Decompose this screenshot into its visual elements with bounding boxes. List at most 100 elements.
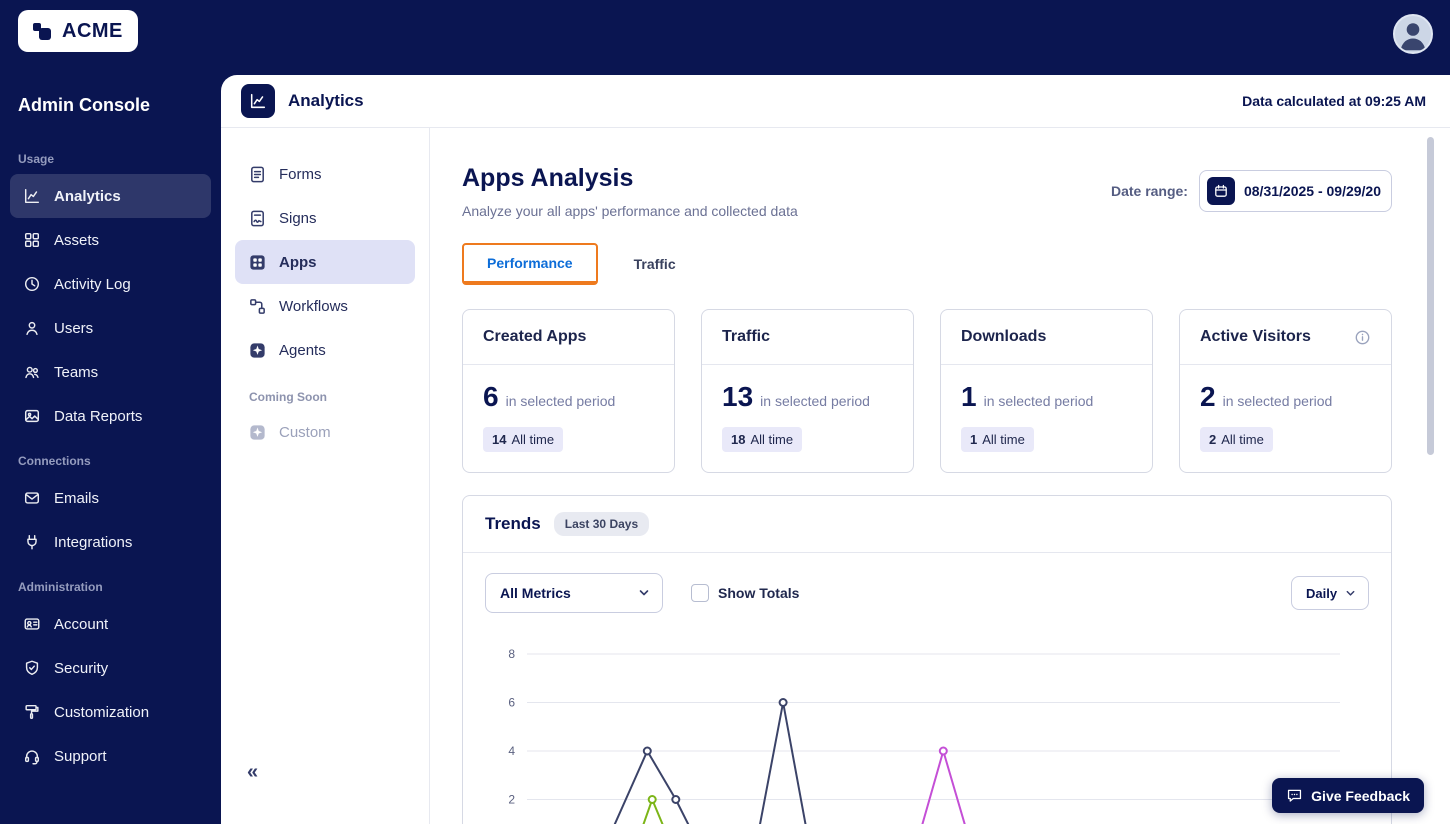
subnav-item-signs[interactable]: Signs — [235, 196, 415, 240]
collapse-sidebar-button[interactable]: « — [247, 762, 258, 782]
show-totals-label: Show Totals — [718, 585, 800, 601]
stat-caption: in selected period — [983, 393, 1094, 409]
analytics-header-icon — [241, 84, 275, 118]
sidebar-item-label: Emails — [54, 489, 100, 507]
sidebar-item-emails[interactable]: Emails — [10, 476, 211, 520]
stat-value: 13 — [722, 381, 754, 412]
plug-icon — [22, 532, 42, 552]
date-range-picker[interactable]: 08/31/2025 - 09/29/20 — [1198, 170, 1392, 212]
data-calculated-status: Data calculated at 09:25 AM — [1242, 93, 1426, 109]
report-image-icon — [22, 406, 42, 426]
sidebar-item-label: Analytics — [54, 187, 121, 205]
sidebar-item-label: Teams — [54, 363, 99, 381]
subnav-item-apps[interactable]: Apps — [235, 240, 415, 284]
show-totals-control: Show Totals — [691, 584, 799, 602]
vertical-scrollbar[interactable] — [1427, 137, 1434, 455]
paint-roller-icon — [22, 702, 42, 722]
svg-text:8: 8 — [508, 647, 515, 661]
trends-card: Trends Last 30 Days All Metrics Show Tot… — [462, 495, 1392, 824]
chat-bubble-icon — [1288, 789, 1302, 802]
subnav-item-label: Signs — [279, 209, 317, 227]
stat-card-created-apps: Created Apps 6 in selected period 14 All… — [462, 309, 675, 473]
stat-caption: in selected period — [1222, 393, 1333, 409]
id-card-icon — [22, 614, 42, 634]
sidebar-item-activity-log[interactable]: Activity Log — [10, 262, 211, 306]
stat-card-title: Created Apps — [483, 328, 587, 345]
sidebar-item-assets[interactable]: Assets — [10, 218, 211, 262]
sidebar-item-analytics[interactable]: Analytics — [10, 174, 211, 218]
give-feedback-button[interactable]: Give Feedback — [1272, 778, 1424, 813]
tab-performance[interactable]: Performance — [487, 255, 573, 271]
sidebar-item-users[interactable]: Users — [10, 306, 211, 350]
all-time-value: 1 — [970, 432, 978, 447]
sidebar-item-teams[interactable]: Teams — [10, 350, 211, 394]
user-avatar[interactable] — [1393, 14, 1433, 54]
date-range-label: Date range: — [1110, 183, 1188, 199]
sidebar-title: Admin Console — [18, 95, 151, 115]
show-totals-checkbox[interactable] — [691, 584, 709, 602]
sidebar-item-integrations[interactable]: Integrations — [10, 520, 211, 564]
all-time-value: 2 — [1209, 432, 1217, 447]
tab-traffic[interactable]: Traffic — [634, 256, 676, 272]
topbar: ACME — [0, 0, 1450, 75]
sidebar-item-support[interactable]: Support — [10, 734, 211, 778]
stat-card-downloads: Downloads 1 in selected period 1 All tim… — [940, 309, 1153, 473]
sidebar-item-security[interactable]: Security — [10, 646, 211, 690]
subnav-item-label: Workflows — [279, 297, 348, 315]
metrics-filter-value: All Metrics — [500, 585, 571, 601]
all-time-value: 18 — [731, 432, 746, 447]
metrics-filter-select[interactable]: All Metrics — [485, 573, 663, 613]
date-range-control: Date range: 08/31/2025 - 09/29/20 — [1111, 170, 1392, 212]
stat-card-traffic: Traffic 13 in selected period 18 All tim… — [701, 309, 914, 473]
sidebar-item-label: Activity Log — [54, 275, 131, 293]
subnav-item-label: Custom — [279, 423, 331, 441]
stat-cards: Created Apps 6 in selected period 14 All… — [462, 309, 1392, 473]
sparkle-square-icon — [247, 422, 267, 442]
stat-card-title: Downloads — [961, 328, 1047, 345]
give-feedback-label: Give Feedback — [1311, 787, 1410, 804]
subnav-item-custom[interactable]: Custom — [235, 410, 415, 454]
stat-caption: in selected period — [505, 393, 616, 409]
workflow-nodes-icon — [247, 296, 267, 316]
acme-logo[interactable]: ACME — [18, 10, 138, 52]
section-label-connections: Connections — [18, 454, 91, 468]
all-time-badge: 1 All time — [961, 427, 1034, 452]
calendar-icon — [1206, 177, 1235, 205]
trends-title: Trends — [485, 514, 541, 533]
sidebar-item-data-reports[interactable]: Data Reports — [10, 394, 211, 438]
interval-select[interactable]: Daily — [1291, 576, 1369, 610]
sidebar-item-label: Customization — [54, 703, 150, 721]
sidebar-item-label: Account — [54, 615, 109, 633]
info-icon[interactable] — [1354, 329, 1371, 346]
chart-line-icon — [22, 186, 42, 206]
all-time-value: 14 — [492, 432, 507, 447]
coming-soon-label: Coming Soon — [249, 390, 327, 404]
grid-squares-icon — [22, 230, 42, 250]
interval-value: Daily — [1306, 585, 1338, 601]
subnav-item-label: Apps — [279, 253, 317, 271]
envelope-icon — [22, 488, 42, 508]
chevron-down-icon — [1346, 590, 1355, 596]
date-range-value: 08/31/2025 - 09/29/20 — [1243, 183, 1381, 199]
subnav-item-agents[interactable]: Agents — [235, 328, 415, 372]
page-subtitle: Analyze your all apps' performance and c… — [462, 203, 798, 219]
stat-caption: in selected period — [760, 393, 870, 409]
subnav-item-forms[interactable]: Forms — [235, 152, 415, 196]
subnav-item-label: Forms — [279, 165, 322, 183]
all-time-label: All time — [511, 432, 555, 447]
admin-sidebar: Admin Console Usage Analytics Assets Act… — [0, 75, 221, 824]
all-time-label: All time — [1221, 432, 1264, 447]
all-time-badge: 18 All time — [722, 427, 803, 452]
clock-icon — [22, 274, 42, 294]
subnav-item-workflows[interactable]: Workflows — [235, 284, 415, 328]
user-avatar-icon — [1400, 23, 1426, 51]
sidebar-item-account[interactable]: Account — [10, 602, 211, 646]
all-time-badge: 2 All time — [1200, 427, 1273, 452]
document-lines-icon — [247, 164, 267, 184]
sidebar-item-customization[interactable]: Customization — [10, 690, 211, 734]
shield-icon — [22, 658, 42, 678]
svg-text:2: 2 — [508, 793, 515, 807]
chevron-down-icon — [639, 590, 649, 596]
apps-analysis-panel: Apps Analysis Analyze your all apps' per… — [430, 128, 1450, 824]
section-label-usage: Usage — [18, 152, 55, 166]
